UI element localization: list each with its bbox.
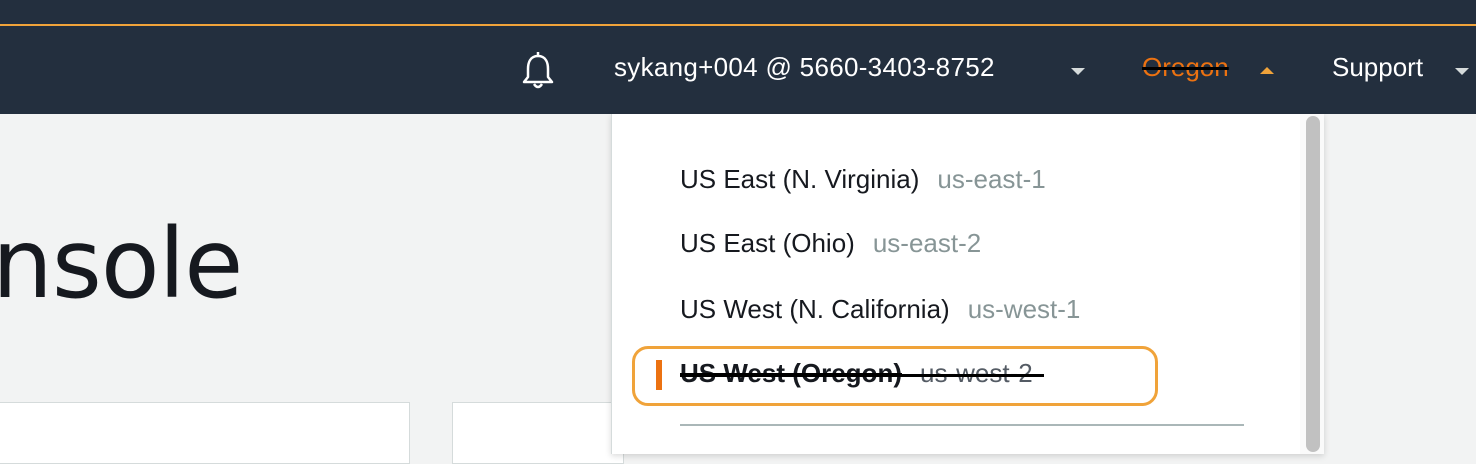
region-name: US East (Ohio) <box>680 228 855 258</box>
chevron-down-icon[interactable] <box>1455 68 1469 75</box>
region-dropdown: US East (N. Virginia) us-east-1 US East (… <box>611 114 1324 454</box>
region-name: US East (N. Virginia) <box>680 164 920 194</box>
account-menu-button[interactable]: sykang+004 @ 5660-3403-8752 <box>614 52 995 83</box>
support-menu-button[interactable]: Support <box>1332 52 1423 83</box>
region-code: us-west-1 <box>967 294 1081 324</box>
region-name: US West (N. California) <box>680 294 950 324</box>
region-code: us-east-1 <box>937 164 1046 194</box>
region-item-us-west-1[interactable]: US West (N. California) us-west-1 <box>680 294 1080 325</box>
content-card <box>452 402 624 464</box>
region-menu-button[interactable]: Oregon <box>1142 52 1229 83</box>
content-card <box>0 402 410 464</box>
divider <box>680 424 1244 426</box>
bell-icon[interactable] <box>518 50 558 92</box>
region-item-us-east-1[interactable]: US East (N. Virginia) us-east-1 <box>680 164 1046 195</box>
selection-highlight <box>632 346 1158 406</box>
region-code: us-east-2 <box>872 228 982 258</box>
navigation-bar: sykang+004 @ 5660-3403-8752 Oregon Suppo… <box>0 26 1476 114</box>
chevron-up-icon[interactable] <box>1260 67 1274 74</box>
region-item-us-east-2[interactable]: US East (Ohio) us-east-2 <box>680 228 981 259</box>
page-title: nsole <box>0 208 243 320</box>
chevron-down-icon[interactable] <box>1071 68 1085 75</box>
top-strip <box>0 0 1476 26</box>
scrollbar-thumb[interactable] <box>1306 116 1320 452</box>
